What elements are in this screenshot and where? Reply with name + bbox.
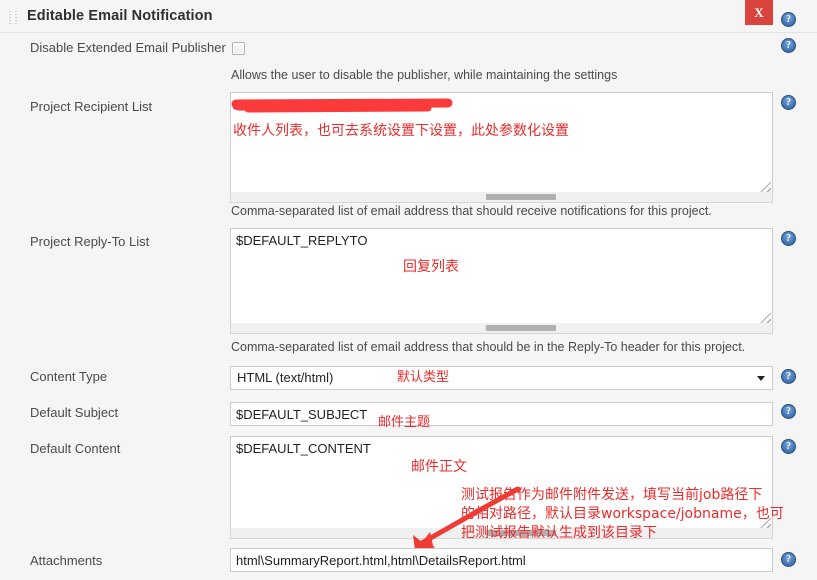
chevron-down-icon[interactable]	[757, 376, 765, 381]
hint-disable-publisher: Allows the user to disable the publisher…	[231, 68, 618, 82]
panel-header: Editable Email Notification X	[0, 0, 817, 33]
label-project-recipient-list: Project Recipient List	[30, 99, 153, 114]
hint-project-recipient-list: Comma-separated list of email address th…	[231, 204, 712, 218]
label-default-content: Default Content	[30, 441, 121, 456]
help-question-icon-header[interactable]	[781, 12, 796, 27]
header-divider	[0, 32, 817, 33]
help-question-icon-content-type[interactable]	[781, 369, 796, 384]
help-question-icon-default-subject[interactable]	[781, 404, 796, 419]
input-attachments[interactable]	[230, 548, 773, 572]
input-default-subject[interactable]	[230, 402, 773, 426]
help-question-icon-attachments[interactable]	[781, 552, 796, 567]
editable-email-notification-panel: Editable Email Notification X Disable Ex…	[0, 0, 817, 580]
horizontal-scrollbar-reply-to-list[interactable]	[230, 323, 773, 334]
content-type-selected-value: HTML (text/html)	[237, 370, 334, 385]
label-project-reply-to-list: Project Reply-To List	[30, 234, 150, 249]
textarea-project-reply-to-list[interactable]: $DEFAULT_REPLYTO	[230, 228, 773, 326]
horizontal-scrollbar-recipient-list[interactable]	[230, 192, 773, 203]
grip-dots-icon[interactable]	[8, 10, 20, 26]
help-question-icon-default-content[interactable]	[781, 439, 796, 454]
label-content-type: Content Type	[30, 369, 108, 384]
page-title: Editable Email Notification	[27, 8, 213, 24]
label-attachments: Attachments	[30, 553, 103, 568]
label-default-subject: Default Subject	[30, 405, 119, 420]
textarea-project-recipient-list[interactable]	[230, 92, 773, 195]
help-question-icon-reply-to-list[interactable]	[781, 231, 796, 246]
hint-project-reply-to-list: Comma-separated list of email address th…	[231, 340, 746, 354]
horizontal-scrollbar-default-content[interactable]	[230, 528, 773, 539]
label-disable-extended-email-publisher: Disable Extended Email Publisher	[30, 40, 226, 55]
help-question-icon-disable-publisher[interactable]	[781, 38, 796, 53]
select-content-type[interactable]: HTML (text/html)	[230, 366, 773, 390]
textarea-default-content[interactable]: $DEFAULT_CONTENT	[230, 436, 773, 531]
help-question-icon-recipient-list[interactable]	[781, 95, 796, 110]
checkbox-disable-extended-email-publisher[interactable]	[232, 42, 245, 55]
close-button[interactable]: X	[745, 0, 773, 25]
